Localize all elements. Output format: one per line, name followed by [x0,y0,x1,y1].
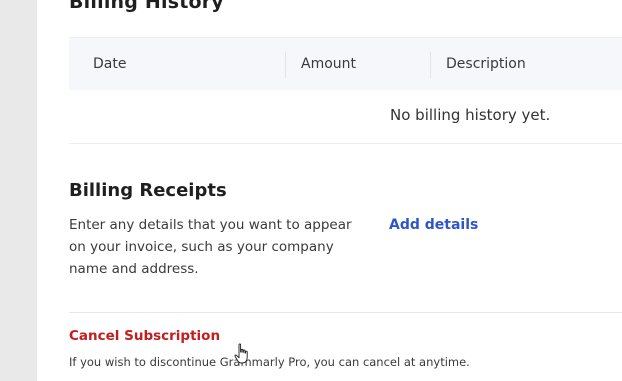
column-header-date: Date [93,56,127,72]
cancel-subscription-link[interactable]: Cancel Subscription [69,328,220,344]
billing-receipts-description: Enter any details that you want to appea… [69,217,352,277]
billing-receipts-title: Billing Receipts [69,180,227,201]
column-divider [430,52,431,78]
cancel-subscription-note: If you wish to discontinue Grammarly Pro… [69,355,470,369]
column-header-description: Description [446,56,526,72]
billing-page: Billing History Date Amount Description … [37,0,622,381]
column-divider [285,52,286,78]
hand-pointer-icon [234,343,248,364]
empty-state-message: No billing history yet. [390,106,551,124]
column-header-amount: Amount [301,56,357,72]
add-details-link[interactable]: Add details [389,217,478,233]
section-divider [69,312,622,313]
billing-table-header: Date Amount Description [69,37,622,90]
billing-empty-row: No billing history yet. [69,89,622,144]
billing-history-title: Billing History [69,0,224,13]
